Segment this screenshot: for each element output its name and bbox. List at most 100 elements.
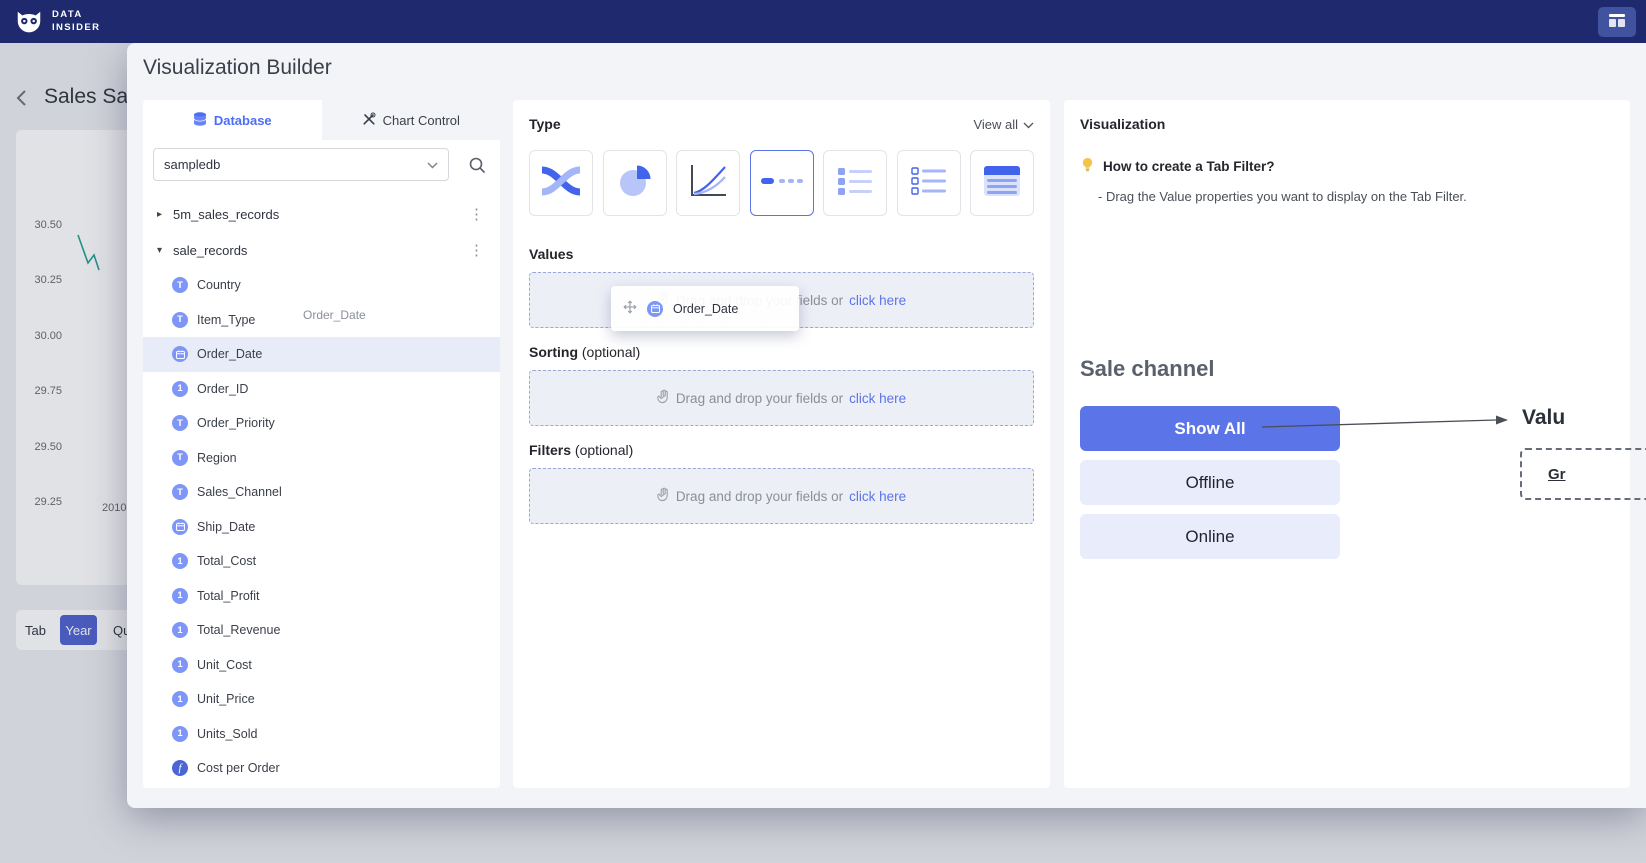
expand-arrow-icon[interactable]: ▸ [157, 209, 171, 220]
click-here-link[interactable]: click here [849, 489, 906, 504]
chart-type-line-chart[interactable] [676, 150, 740, 216]
database-select[interactable]: sampledb [153, 148, 449, 181]
field-label: Ship_Date [197, 520, 255, 534]
tab-chart-control[interactable]: Chart Control [322, 100, 501, 140]
date-field-icon [172, 346, 188, 362]
drag-ghost-card[interactable]: Order_Date [611, 286, 799, 331]
field-label: Region [197, 451, 237, 465]
field-label: Unit_Cost [197, 658, 252, 672]
click-here-link[interactable]: click here [849, 293, 906, 308]
left-tabbar: Database Chart Control [143, 100, 500, 140]
dropzone-text: Drag and drop your fields or [676, 391, 843, 406]
filters-section-label: Filters (optional) [529, 442, 633, 458]
hint-title: How to create a Tab Filter? [1103, 159, 1275, 174]
group-link[interactable]: Gr [1548, 466, 1566, 483]
number-field-icon: 1 [172, 622, 188, 638]
move-icon [623, 300, 637, 317]
field-row-cost-per-order[interactable]: f Cost per Order [143, 751, 500, 786]
field-label: Units_Sold [197, 727, 257, 741]
more-menu-icon[interactable]: ⋮ [465, 205, 488, 223]
brand-name: DATA INSIDER [52, 9, 100, 35]
field-row-units-sold[interactable]: 1 Units_Sold [143, 717, 500, 752]
number-field-icon: 1 [172, 588, 188, 604]
chart-type-data-table[interactable] [970, 150, 1034, 216]
text-field-icon: T [172, 450, 188, 466]
search-icon[interactable] [468, 156, 486, 174]
type-label: Type [529, 116, 561, 132]
filters-dropzone[interactable]: Drag and drop your fields or click here [529, 468, 1034, 524]
tab-database[interactable]: Database [143, 100, 322, 140]
chart-type-check-list[interactable] [897, 150, 961, 216]
chart-type-sankey-chart[interactable] [529, 150, 593, 216]
modal-title: Visualization Builder [143, 56, 332, 80]
drag-ghost-label: Order_Date [673, 302, 738, 316]
drag-source-label: Order_Date [303, 308, 366, 322]
brand-line-1: DATA [52, 9, 100, 22]
builder-panel: Type View all Values Drag and drop your … [513, 100, 1050, 788]
field-label: Order_ID [197, 382, 248, 396]
database-panel: Database Chart Control sampledb ▸ 5m_sal… [143, 100, 500, 788]
field-label: Cost per Order [197, 761, 280, 775]
visualization-builder-modal: Visualization Builder Database Chart Con… [127, 43, 1646, 808]
chart-type-pie-chart[interactable] [603, 150, 667, 216]
filter-option-offline[interactable]: Offline [1080, 460, 1340, 505]
hint-title-row: How to create a Tab Filter? [1080, 157, 1275, 175]
brand-line-2: INSIDER [52, 22, 100, 35]
field-row-total-profit[interactable]: 1 Total_Profit [143, 579, 500, 614]
dataset-row-5m-sales-records[interactable]: ▸ 5m_sales_records ⋮ [143, 196, 500, 232]
database-icon [193, 112, 207, 129]
field-label: Order_Date [197, 347, 262, 361]
dataset-label: 5m_sales_records [173, 207, 465, 222]
field-row-sales-channel[interactable]: T Sales_Channel [143, 475, 500, 510]
click-here-link[interactable]: click here [849, 391, 906, 406]
field-row-order-date[interactable]: Order_Date [143, 337, 500, 372]
lightbulb-icon [1080, 157, 1095, 175]
hand-icon [657, 487, 670, 505]
values-dropzone[interactable]: Drag and drop your fields or click here … [529, 272, 1034, 328]
field-row-unit-cost[interactable]: 1 Unit_Cost [143, 648, 500, 683]
chart-type-tab-filter[interactable] [750, 150, 814, 216]
field-row-unit-price[interactable]: 1 Unit_Price [143, 682, 500, 717]
dropzone-text: Drag and drop your fields or [676, 489, 843, 504]
text-field-icon: T [172, 415, 188, 431]
field-row-order-id[interactable]: 1 Order_ID [143, 372, 500, 407]
tab-chart-control-label: Chart Control [383, 113, 460, 128]
group-dropzone[interactable]: Gr [1520, 448, 1646, 500]
more-menu-icon[interactable]: ⋮ [465, 241, 488, 259]
field-label: Total_Profit [197, 589, 260, 603]
tab-database-label: Database [214, 113, 272, 128]
field-label: Country [197, 278, 241, 292]
type-header: Type View all [529, 116, 1034, 132]
formula-field-icon: f [172, 760, 188, 776]
hint-body: - Drag the Value properties you want to … [1098, 189, 1467, 204]
field-label: Total_Revenue [197, 623, 280, 637]
sankey-chart-icon [540, 164, 582, 203]
line-chart-icon [689, 164, 727, 203]
field-row-order-priority[interactable]: T Order_Priority [143, 406, 500, 441]
bullet-list-icon [837, 166, 873, 201]
field-label: Total_Cost [197, 554, 256, 568]
chart-type-row [529, 150, 1034, 216]
number-field-icon: 1 [172, 657, 188, 673]
field-row-total-cost[interactable]: 1 Total_Cost [143, 544, 500, 579]
field-row-ship-date[interactable]: Ship_Date [143, 510, 500, 545]
collapse-arrow-icon[interactable]: ▾ [157, 245, 171, 256]
number-field-icon: 1 [172, 726, 188, 742]
field-row-total-revenue[interactable]: 1 Total_Revenue [143, 613, 500, 648]
sorting-dropzone[interactable]: Drag and drop your fields or click here [529, 370, 1034, 426]
dashboard-grid-button[interactable] [1598, 7, 1636, 37]
field-label: Sales_Channel [197, 485, 282, 499]
chevron-down-icon [427, 157, 438, 172]
field-row-region[interactable]: T Region [143, 441, 500, 476]
dashboard-grid-icon [1609, 14, 1625, 30]
mapping-arrow [1260, 412, 1512, 434]
data-table-icon [983, 165, 1021, 202]
field-row-country[interactable]: T Country [143, 268, 500, 303]
topbar: DATA INSIDER [0, 0, 1646, 43]
sorting-section-label: Sorting (optional) [529, 344, 640, 360]
chart-type-bullet-list[interactable] [823, 150, 887, 216]
dataset-row-sale-records[interactable]: ▾ sale_records ⋮ [143, 232, 500, 268]
view-all-button[interactable]: View all [973, 117, 1034, 132]
filter-option-online[interactable]: Online [1080, 514, 1340, 559]
number-field-icon: 1 [172, 381, 188, 397]
